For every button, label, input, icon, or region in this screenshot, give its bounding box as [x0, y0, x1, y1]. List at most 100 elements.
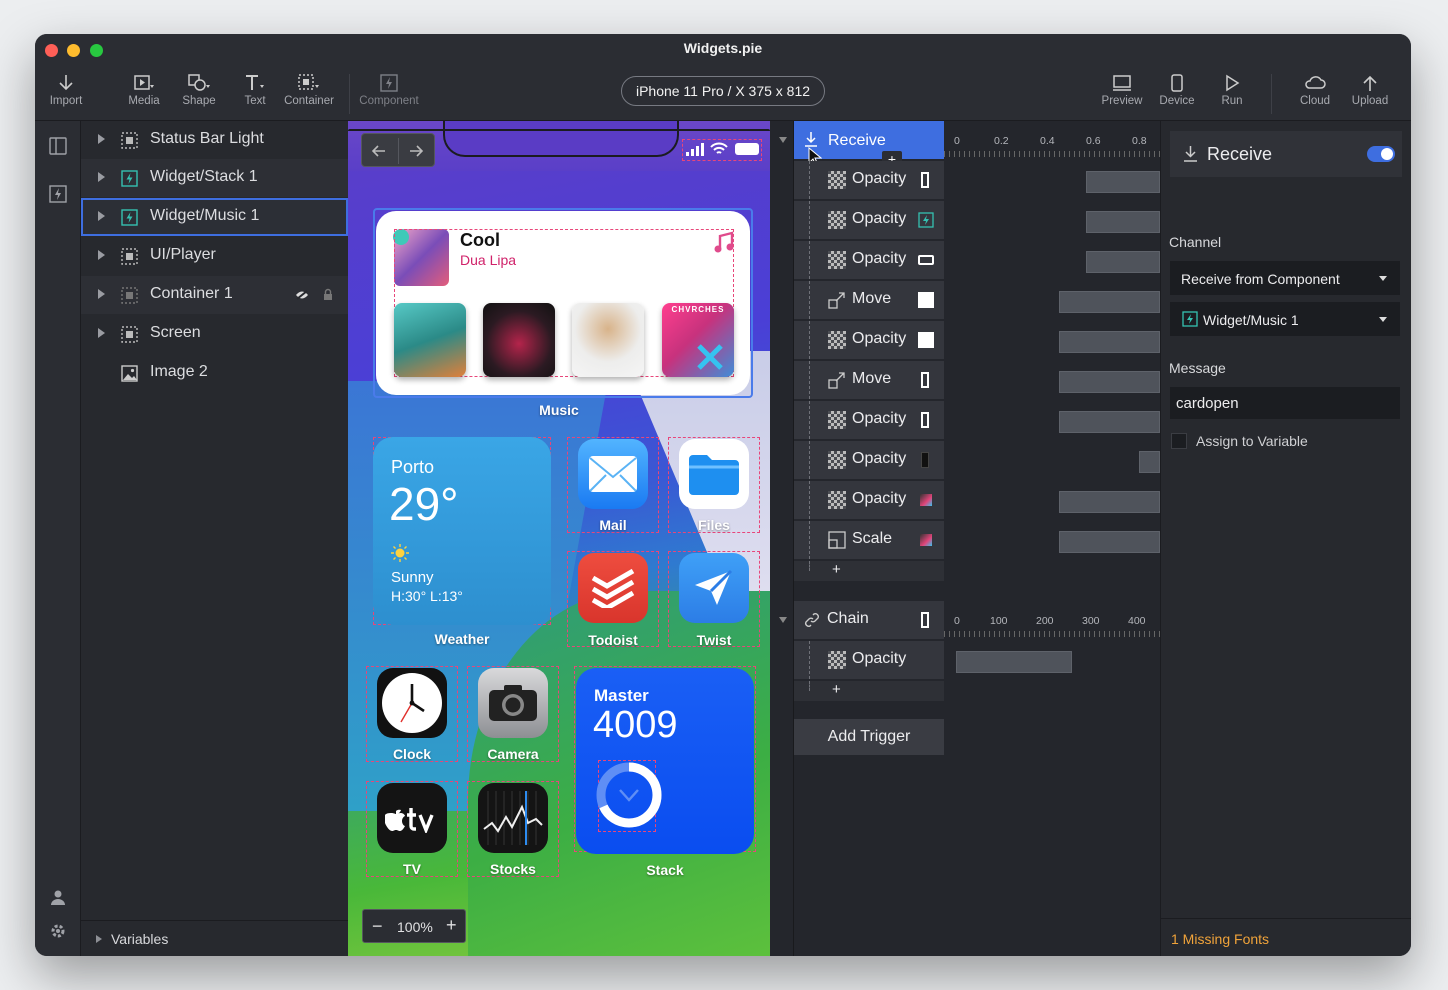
- expand-arrow-icon[interactable]: [98, 289, 105, 299]
- album-cover[interactable]: [572, 303, 644, 377]
- action-row[interactable]: Opacity: [794, 641, 944, 679]
- channel-select[interactable]: Receive from Component: [1170, 261, 1400, 295]
- stack-widget[interactable]: Master 4009: [576, 668, 754, 854]
- action-row[interactable]: Opacity: [794, 321, 944, 359]
- expand-arrow-icon[interactable]: [96, 935, 102, 943]
- stocks-app[interactable]: [478, 783, 548, 853]
- import-button[interactable]: Import: [45, 74, 87, 107]
- timeline-bar[interactable]: [1059, 291, 1160, 313]
- timeline-bar[interactable]: [1059, 491, 1160, 513]
- message-input[interactable]: cardopen: [1170, 387, 1400, 419]
- timeline-bar[interactable]: [1086, 211, 1160, 233]
- zoom-out-button[interactable]: −: [372, 916, 383, 937]
- expand-arrow-icon[interactable]: [98, 134, 105, 144]
- layer-item[interactable]: UI/Player: [81, 237, 348, 275]
- upload-icon: [1363, 75, 1377, 91]
- device-selector[interactable]: iPhone 11 Pro / X 375 x 812: [621, 76, 825, 106]
- collapse-arrow-icon[interactable]: [779, 617, 787, 623]
- hidden-eye-icon[interactable]: [295, 290, 309, 300]
- timeline-bar[interactable]: [1059, 371, 1160, 393]
- media-button[interactable]: Media: [123, 74, 165, 107]
- opacity-icon: [828, 411, 846, 429]
- timeline-bar[interactable]: [1086, 251, 1160, 273]
- component-button[interactable]: Component: [357, 74, 421, 107]
- mail-app[interactable]: [578, 439, 648, 509]
- zoom-in-button[interactable]: +: [446, 915, 457, 936]
- text-button[interactable]: Text: [235, 74, 275, 107]
- move-icon: [828, 292, 845, 309]
- album-cover[interactable]: [394, 303, 466, 377]
- device-button[interactable]: Device: [1157, 74, 1197, 107]
- action-row[interactable]: Move: [794, 361, 944, 399]
- missing-fonts-link[interactable]: 1 Missing Fonts: [1171, 931, 1269, 947]
- add-action-button[interactable]: +: [832, 561, 841, 578]
- shape-button[interactable]: Shape: [178, 74, 220, 107]
- files-app[interactable]: [679, 439, 749, 509]
- expand-arrow-icon[interactable]: [98, 250, 105, 260]
- tv-app[interactable]: [377, 783, 447, 853]
- expand-arrow-icon[interactable]: [98, 328, 105, 338]
- clock-app[interactable]: [377, 668, 447, 738]
- chain-trigger[interactable]: Chain: [794, 601, 944, 639]
- timeline-bar[interactable]: [956, 651, 1072, 673]
- back-arrow-icon[interactable]: [371, 143, 387, 159]
- action-row[interactable]: Opacity: [794, 481, 944, 519]
- weather-widget[interactable]: Porto 29° Sunny H:30° L:13°: [373, 437, 551, 625]
- album-cover[interactable]: CHVRCHES: [662, 303, 734, 377]
- components-panel-icon[interactable]: [49, 185, 67, 203]
- layer-item[interactable]: Container 1: [81, 276, 348, 314]
- action-row[interactable]: Scale: [794, 521, 944, 559]
- layer-item-selected[interactable]: Widget/Music 1: [81, 198, 348, 236]
- add-action-row[interactable]: +: [794, 561, 944, 581]
- timeline-bar[interactable]: [1059, 331, 1160, 353]
- preview-button[interactable]: Preview: [1101, 74, 1143, 107]
- lock-icon[interactable]: [323, 288, 333, 301]
- assign-variable-checkbox[interactable]: [1171, 433, 1187, 449]
- expand-arrow-icon[interactable]: [98, 172, 105, 182]
- preview-icon: [1113, 75, 1131, 91]
- action-row[interactable]: Opacity: [794, 241, 944, 279]
- cross-mark-icon: [697, 344, 723, 370]
- add-action-button[interactable]: +: [832, 681, 841, 698]
- action-row[interactable]: Opacity: [794, 201, 944, 239]
- forward-arrow-icon[interactable]: [408, 143, 424, 159]
- music-widget[interactable]: Cool Dua Lipa CHVRCHES: [376, 211, 750, 395]
- timeline-bar[interactable]: [1059, 411, 1160, 433]
- user-icon[interactable]: [50, 889, 66, 905]
- enabled-toggle[interactable]: [1367, 146, 1395, 162]
- layer-item[interactable]: Image 2: [81, 354, 348, 392]
- action-row[interactable]: Opacity: [794, 161, 944, 199]
- add-trigger-button[interactable]: Add Trigger: [794, 719, 944, 755]
- component-select[interactable]: Widget/Music 1: [1170, 302, 1400, 336]
- upload-button[interactable]: Upload: [1349, 74, 1391, 107]
- timeline-bar[interactable]: [1086, 171, 1160, 193]
- action-row[interactable]: Opacity: [794, 401, 944, 439]
- todoist-app[interactable]: [578, 553, 648, 623]
- add-action-row[interactable]: +: [794, 681, 944, 701]
- chain-label: Chain: [827, 610, 869, 627]
- canvas[interactable]: Cool Dua Lipa CHVRCHES Music Porto 29° S…: [348, 121, 770, 956]
- apple-tv-icon: [385, 808, 434, 833]
- album-cover[interactable]: [483, 303, 555, 377]
- toolbar-divider: [349, 74, 350, 114]
- variables-section[interactable]: Variables: [81, 920, 348, 956]
- receive-trigger[interactable]: Receive: [794, 121, 944, 167]
- camera-app[interactable]: [478, 668, 548, 738]
- expand-arrow-icon[interactable]: [98, 211, 105, 221]
- timeline-bar[interactable]: [1139, 451, 1160, 473]
- layer-item[interactable]: Status Bar Light: [81, 121, 348, 159]
- action-row[interactable]: Move: [794, 281, 944, 319]
- collapse-arrow-icon[interactable]: [779, 137, 787, 143]
- cloud-button[interactable]: Cloud: [1295, 74, 1335, 107]
- action-row[interactable]: Opacity: [794, 441, 944, 479]
- settings-gear-icon[interactable]: [50, 923, 66, 939]
- layer-item[interactable]: Screen: [81, 315, 348, 353]
- variables-label: Variables: [111, 931, 169, 947]
- timeline-bar[interactable]: [1059, 531, 1160, 553]
- battery-icon: [735, 143, 759, 155]
- run-button[interactable]: Run: [1213, 74, 1251, 107]
- layers-panel-icon[interactable]: [49, 137, 67, 155]
- twist-app[interactable]: [679, 553, 749, 623]
- layer-item[interactable]: Widget/Stack 1: [81, 159, 348, 197]
- container-button[interactable]: Container: [282, 74, 336, 107]
